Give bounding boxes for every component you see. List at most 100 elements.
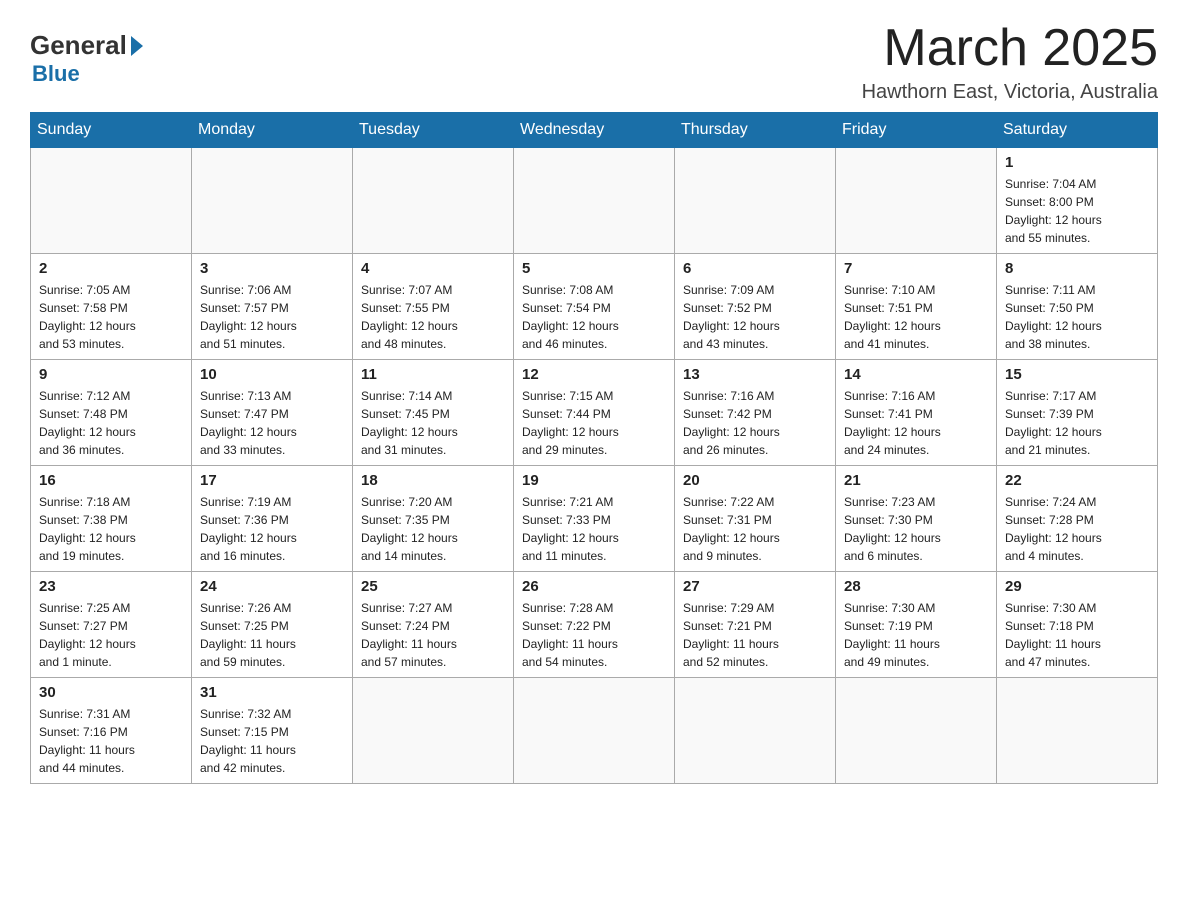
calendar-cell: 29Sunrise: 7:30 AM Sunset: 7:18 PM Dayli… (997, 572, 1158, 678)
day-info: Sunrise: 7:21 AM Sunset: 7:33 PM Dayligh… (522, 493, 666, 565)
day-info: Sunrise: 7:26 AM Sunset: 7:25 PM Dayligh… (200, 599, 344, 671)
calendar-cell (514, 678, 675, 784)
day-info: Sunrise: 7:18 AM Sunset: 7:38 PM Dayligh… (39, 493, 183, 565)
day-info: Sunrise: 7:14 AM Sunset: 7:45 PM Dayligh… (361, 387, 505, 459)
calendar-cell: 25Sunrise: 7:27 AM Sunset: 7:24 PM Dayli… (353, 572, 514, 678)
day-info: Sunrise: 7:31 AM Sunset: 7:16 PM Dayligh… (39, 705, 183, 777)
day-info: Sunrise: 7:16 AM Sunset: 7:42 PM Dayligh… (683, 387, 827, 459)
day-number: 24 (200, 578, 344, 595)
day-info: Sunrise: 7:05 AM Sunset: 7:58 PM Dayligh… (39, 281, 183, 353)
calendar-cell (997, 678, 1158, 784)
day-number: 6 (683, 260, 827, 277)
calendar-cell (836, 678, 997, 784)
day-number: 5 (522, 260, 666, 277)
day-info: Sunrise: 7:09 AM Sunset: 7:52 PM Dayligh… (683, 281, 827, 353)
calendar-cell: 24 Sunrise: 7:26 AM Sunset: 7:25 PM Dayli… (192, 572, 353, 678)
calendar-cell: 16Sunrise: 7:18 AM Sunset: 7:38 PM Dayli… (31, 466, 192, 572)
day-number: 31 (200, 684, 344, 701)
day-number: 8 (1005, 260, 1149, 277)
calendar-cell: 6 Sunrise: 7:09 AM Sunset: 7:52 PM Daylig… (675, 254, 836, 360)
day-info: Sunrise: 7:13 AM Sunset: 7:47 PM Dayligh… (200, 387, 344, 459)
day-info: Sunrise: 7:12 AM Sunset: 7:48 PM Dayligh… (39, 387, 183, 459)
calendar-cell: 1Sunrise: 7:04 AM Sunset: 8:00 PM Daylig… (997, 148, 1158, 254)
calendar-cell (31, 148, 192, 254)
location-title: Hawthorn East, Victoria, Australia (862, 81, 1158, 104)
calendar-cell: 4 Sunrise: 7:07 AM Sunset: 7:55 PM Daylig… (353, 254, 514, 360)
calendar-cell: 19 Sunrise: 7:21 AM Sunset: 7:33 PM Dayli… (514, 466, 675, 572)
day-number: 19 (522, 472, 666, 489)
day-info: Sunrise: 7:30 AM Sunset: 7:19 PM Dayligh… (844, 599, 988, 671)
weekday-header-row: SundayMondayTuesdayWednesdayThursdayFrid… (31, 113, 1158, 148)
calendar-cell: 11 Sunrise: 7:14 AM Sunset: 7:45 PM Dayli… (353, 360, 514, 466)
logo-general-text: General (30, 30, 143, 61)
day-number: 15 (1005, 366, 1149, 383)
day-number: 26 (522, 578, 666, 595)
calendar-cell: 7 Sunrise: 7:10 AM Sunset: 7:51 PM Daylig… (836, 254, 997, 360)
calendar-cell: 21Sunrise: 7:23 AM Sunset: 7:30 PM Dayli… (836, 466, 997, 572)
day-info: Sunrise: 7:19 AM Sunset: 7:36 PM Dayligh… (200, 493, 344, 565)
calendar-cell (192, 148, 353, 254)
day-info: Sunrise: 7:10 AM Sunset: 7:51 PM Dayligh… (844, 281, 988, 353)
day-info: Sunrise: 7:24 AM Sunset: 7:28 PM Dayligh… (1005, 493, 1149, 565)
day-number: 2 (39, 260, 183, 277)
calendar-cell (353, 678, 514, 784)
calendar-cell: 27 Sunrise: 7:29 AM Sunset: 7:21 PM Dayli… (675, 572, 836, 678)
day-info: Sunrise: 7:07 AM Sunset: 7:55 PM Dayligh… (361, 281, 505, 353)
day-number: 14 (844, 366, 988, 383)
day-number: 29 (1005, 578, 1149, 595)
calendar-week-row: 2 Sunrise: 7:05 AM Sunset: 7:58 PM Daylig… (31, 254, 1158, 360)
calendar-cell (514, 148, 675, 254)
calendar-cell: 2 Sunrise: 7:05 AM Sunset: 7:58 PM Daylig… (31, 254, 192, 360)
day-info: Sunrise: 7:27 AM Sunset: 7:24 PM Dayligh… (361, 599, 505, 671)
page-header: General Blue March 2025 Hawthorn East, V… (30, 20, 1158, 104)
month-title: March 2025 (862, 20, 1158, 77)
day-number: 4 (361, 260, 505, 277)
calendar-cell: 23Sunrise: 7:25 AM Sunset: 7:27 PM Dayli… (31, 572, 192, 678)
weekday-header-wednesday: Wednesday (514, 113, 675, 148)
calendar-cell: 8Sunrise: 7:11 AM Sunset: 7:50 PM Daylig… (997, 254, 1158, 360)
day-info: Sunrise: 7:22 AM Sunset: 7:31 PM Dayligh… (683, 493, 827, 565)
day-number: 20 (683, 472, 827, 489)
day-info: Sunrise: 7:15 AM Sunset: 7:44 PM Dayligh… (522, 387, 666, 459)
calendar-cell: 15Sunrise: 7:17 AM Sunset: 7:39 PM Dayli… (997, 360, 1158, 466)
day-number: 10 (200, 366, 344, 383)
calendar-cell: 5Sunrise: 7:08 AM Sunset: 7:54 PM Daylig… (514, 254, 675, 360)
calendar-cell (353, 148, 514, 254)
day-info: Sunrise: 7:06 AM Sunset: 7:57 PM Dayligh… (200, 281, 344, 353)
weekday-header-thursday: Thursday (675, 113, 836, 148)
day-info: Sunrise: 7:16 AM Sunset: 7:41 PM Dayligh… (844, 387, 988, 459)
day-number: 30 (39, 684, 183, 701)
calendar-week-row: 1Sunrise: 7:04 AM Sunset: 8:00 PM Daylig… (31, 148, 1158, 254)
calendar-cell: 12 Sunrise: 7:15 AM Sunset: 7:44 PM Dayli… (514, 360, 675, 466)
weekday-header-saturday: Saturday (997, 113, 1158, 148)
calendar-week-row: 30 Sunrise: 7:31 AM Sunset: 7:16 PM Dayli… (31, 678, 1158, 784)
day-number: 28 (844, 578, 988, 595)
day-number: 12 (522, 366, 666, 383)
day-number: 27 (683, 578, 827, 595)
calendar-cell: 28 Sunrise: 7:30 AM Sunset: 7:19 PM Dayli… (836, 572, 997, 678)
day-number: 23 (39, 578, 183, 595)
calendar-cell: 30 Sunrise: 7:31 AM Sunset: 7:16 PM Dayli… (31, 678, 192, 784)
calendar-week-row: 23Sunrise: 7:25 AM Sunset: 7:27 PM Dayli… (31, 572, 1158, 678)
calendar-cell: 10 Sunrise: 7:13 AM Sunset: 7:47 PM Dayli… (192, 360, 353, 466)
day-number: 18 (361, 472, 505, 489)
day-info: Sunrise: 7:32 AM Sunset: 7:15 PM Dayligh… (200, 705, 344, 777)
day-info: Sunrise: 7:29 AM Sunset: 7:21 PM Dayligh… (683, 599, 827, 671)
calendar-cell: 13Sunrise: 7:16 AM Sunset: 7:42 PM Dayli… (675, 360, 836, 466)
calendar-cell: 9Sunrise: 7:12 AM Sunset: 7:48 PM Daylig… (31, 360, 192, 466)
calendar-cell: 14 Sunrise: 7:16 AM Sunset: 7:41 PM Dayli… (836, 360, 997, 466)
weekday-header-friday: Friday (836, 113, 997, 148)
day-number: 11 (361, 366, 505, 383)
weekday-header-tuesday: Tuesday (353, 113, 514, 148)
calendar-cell: 26Sunrise: 7:28 AM Sunset: 7:22 PM Dayli… (514, 572, 675, 678)
day-number: 7 (844, 260, 988, 277)
day-number: 17 (200, 472, 344, 489)
calendar-cell: 20 Sunrise: 7:22 AM Sunset: 7:31 PM Dayli… (675, 466, 836, 572)
day-number: 3 (200, 260, 344, 277)
weekday-header-sunday: Sunday (31, 113, 192, 148)
day-number: 21 (844, 472, 988, 489)
calendar-cell: 18Sunrise: 7:20 AM Sunset: 7:35 PM Dayli… (353, 466, 514, 572)
calendar-cell: 22Sunrise: 7:24 AM Sunset: 7:28 PM Dayli… (997, 466, 1158, 572)
calendar-cell: 17 Sunrise: 7:19 AM Sunset: 7:36 PM Dayli… (192, 466, 353, 572)
logo-blue-text: Blue (32, 61, 80, 87)
